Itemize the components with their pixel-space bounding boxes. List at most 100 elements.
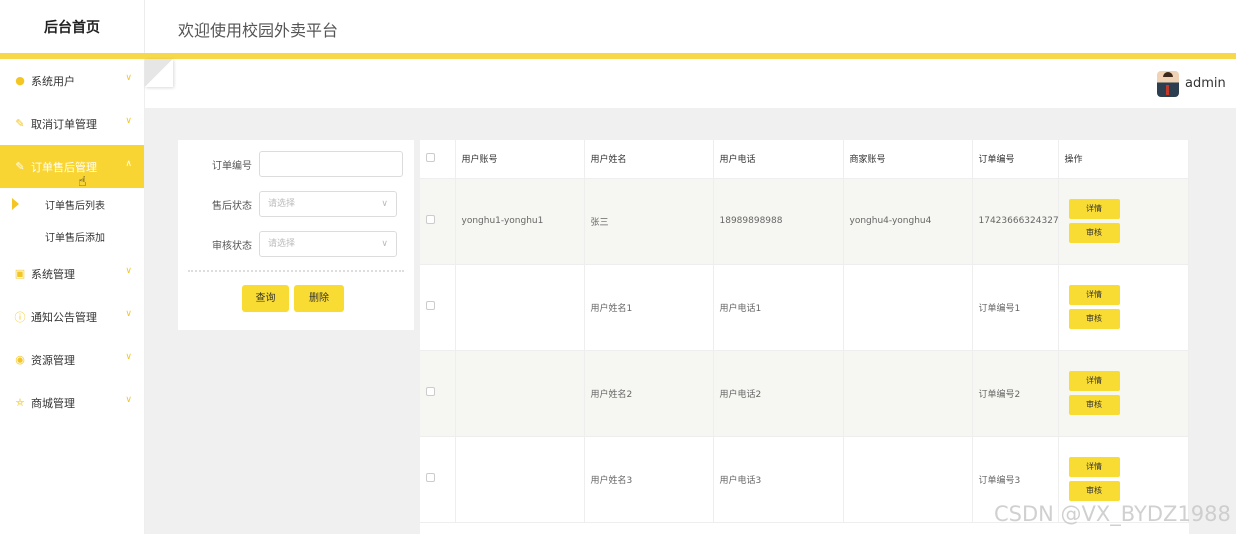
cell-order-no: 订单编号2 xyxy=(972,350,1059,437)
column-header: 操作 xyxy=(1058,140,1189,179)
cell-merchant xyxy=(843,264,973,351)
detail-button[interactable]: 详情 xyxy=(1068,457,1120,477)
cell-merchant xyxy=(843,436,973,523)
row-checkbox[interactable] xyxy=(426,301,435,310)
cell-account: yonghu1-yonghu1 xyxy=(455,178,585,265)
review-status-row: 审核状态 请选择 ∨ xyxy=(178,231,414,257)
sidebar-item-notices[interactable]: ⓘ 通知公告管理 ∨ xyxy=(0,295,144,338)
chevron-down-icon: ∨ xyxy=(125,395,132,405)
cart-icon: ⛤ xyxy=(15,395,25,409)
user-bar: admin xyxy=(145,59,1236,108)
table-header-row: 用户账号 用户姓名 用户电话 商家账号 订单编号 操作 xyxy=(420,140,1189,179)
sidebar-item-label: 订单售后管理 xyxy=(31,160,97,174)
chevron-down-icon: ∨ xyxy=(125,352,132,362)
subitem-label: 订单售后添加 xyxy=(45,232,105,244)
cell-name: 用户姓名1 xyxy=(584,264,714,351)
cell-phone: 用户电话3 xyxy=(713,436,844,523)
row-select-cell xyxy=(420,350,456,437)
review-status-label: 审核状态 xyxy=(212,241,252,252)
sidebar-item-label: 系统管理 xyxy=(31,267,75,281)
column-header: 订单编号 xyxy=(972,140,1059,179)
home-link[interactable]: 后台首页 xyxy=(0,0,145,53)
delete-button[interactable]: 删除 xyxy=(294,285,344,312)
column-header: 商家账号 xyxy=(843,140,973,179)
select-all-checkbox[interactable] xyxy=(426,152,435,162)
column-header: 用户电话 xyxy=(713,140,844,179)
selected-marker-icon xyxy=(12,198,19,210)
sidebar-item-label: 通知公告管理 xyxy=(31,310,97,324)
sidebar-item-label: 商城管理 xyxy=(31,396,75,410)
cell-account xyxy=(455,436,585,523)
cell-name: 用户姓名3 xyxy=(584,436,714,523)
row-select-cell xyxy=(420,178,456,265)
main-content: admin 订单编号 售后状态 请选择 ∨ 审核状态 请选择 ∨ 查询 删除 用… xyxy=(145,59,1236,534)
aftersale-status-select[interactable]: 请选择 ∨ xyxy=(259,191,397,217)
row-checkbox[interactable] xyxy=(426,215,435,224)
sidebar-item-aftersale-orders[interactable]: ✎ 订单售后管理 ∧ xyxy=(0,145,144,188)
sidebar-item-label: 取消订单管理 xyxy=(31,117,97,131)
row-checkbox[interactable] xyxy=(426,387,435,396)
edit-icon: ✎ xyxy=(15,160,25,173)
chevron-up-icon: ∧ xyxy=(125,159,132,169)
sidebar-item-system-users[interactable]: ● 系统用户 ∨ xyxy=(0,59,144,102)
sidebar-item-system-management[interactable]: ▣ 系统管理 ∨ xyxy=(0,252,144,295)
table-row: 用户姓名2 用户电话2 订单编号2 详情 审核 xyxy=(420,350,1189,437)
order-no-label: 订单编号 xyxy=(212,161,252,172)
table-row: 用户姓名1 用户电话1 订单编号1 详情 审核 xyxy=(420,264,1189,351)
row-select-cell xyxy=(420,264,456,351)
review-button[interactable]: 审核 xyxy=(1068,481,1120,501)
sidebar-item-label: 资源管理 xyxy=(31,353,75,367)
edit-icon: ✎ xyxy=(15,117,25,130)
avatar[interactable] xyxy=(1157,71,1179,97)
chevron-down-icon: ∨ xyxy=(125,73,132,83)
subitem-aftersale-list[interactable]: 订单售后列表 xyxy=(0,188,144,220)
top-bar: 后台首页 欢迎使用校园外卖平台 xyxy=(0,0,1236,53)
cell-order-no: 订单编号1 xyxy=(972,264,1059,351)
table-row: yonghu1-yonghu1 张三 18989898988 yonghu4-y… xyxy=(420,178,1189,265)
row-checkbox[interactable] xyxy=(426,473,435,482)
sidebar-item-label: 系统用户 xyxy=(31,74,75,88)
order-no-input[interactable] xyxy=(259,151,403,177)
review-button[interactable]: 审核 xyxy=(1068,223,1120,243)
collapse-toggle-icon[interactable] xyxy=(145,59,173,87)
query-button[interactable]: 查询 xyxy=(242,285,289,312)
cell-merchant: yonghu4-yonghu4 xyxy=(843,178,973,265)
chevron-down-icon: ∨ xyxy=(125,266,132,276)
sidebar-item-mall[interactable]: ⛤ 商城管理 ∨ xyxy=(0,381,144,424)
detail-button[interactable]: 详情 xyxy=(1068,371,1120,391)
review-status-select[interactable]: 请选择 ∨ xyxy=(259,231,397,257)
column-header: 用户账号 xyxy=(455,140,585,179)
sidebar-item-resources[interactable]: ◉ 资源管理 ∨ xyxy=(0,338,144,381)
watermark: CSDN @VX_BYDZ1988 xyxy=(994,502,1231,526)
user-icon: ● xyxy=(15,74,25,87)
cell-phone: 用户电话2 xyxy=(713,350,844,437)
sidebar-item-cancel-orders[interactable]: ✎ 取消订单管理 ∨ xyxy=(0,102,144,145)
chevron-down-icon: ∨ xyxy=(125,309,132,319)
chevron-down-icon: ∨ xyxy=(125,116,132,126)
cell-phone: 18989898988 xyxy=(713,178,844,265)
select-placeholder: 请选择 xyxy=(268,239,296,249)
cell-actions: 详情 审核 xyxy=(1058,264,1189,351)
detail-button[interactable]: 详情 xyxy=(1068,285,1120,305)
cell-actions: 详情 审核 xyxy=(1058,178,1189,265)
select-all-cell xyxy=(420,140,456,179)
chevron-down-icon: ∨ xyxy=(381,199,388,209)
username[interactable]: admin xyxy=(1185,76,1226,91)
cell-actions: 详情 审核 xyxy=(1058,350,1189,437)
subitem-label: 订单售后列表 xyxy=(45,200,105,212)
search-panel: 订单编号 售后状态 请选择 ∨ 审核状态 请选择 ∨ 查询 删除 xyxy=(178,140,414,330)
row-select-cell xyxy=(420,436,456,523)
cell-account xyxy=(455,264,585,351)
cell-merchant xyxy=(843,350,973,437)
cell-name: 张三 xyxy=(584,178,714,265)
order-no-row: 订单编号 xyxy=(178,151,414,177)
review-button[interactable]: 审核 xyxy=(1068,395,1120,415)
detail-button[interactable]: 详情 xyxy=(1068,199,1120,219)
subitem-aftersale-add[interactable]: 订单售后添加 xyxy=(0,220,144,252)
info-icon: ⓘ xyxy=(14,310,26,324)
image-icon: ▣ xyxy=(14,267,26,280)
site-title: 欢迎使用校园外卖平台 xyxy=(178,21,339,40)
data-table: 用户账号 用户姓名 用户电话 商家账号 订单编号 操作 yonghu1-yong… xyxy=(420,140,1189,534)
review-button[interactable]: 审核 xyxy=(1068,309,1120,329)
cell-phone: 用户电话1 xyxy=(713,264,844,351)
